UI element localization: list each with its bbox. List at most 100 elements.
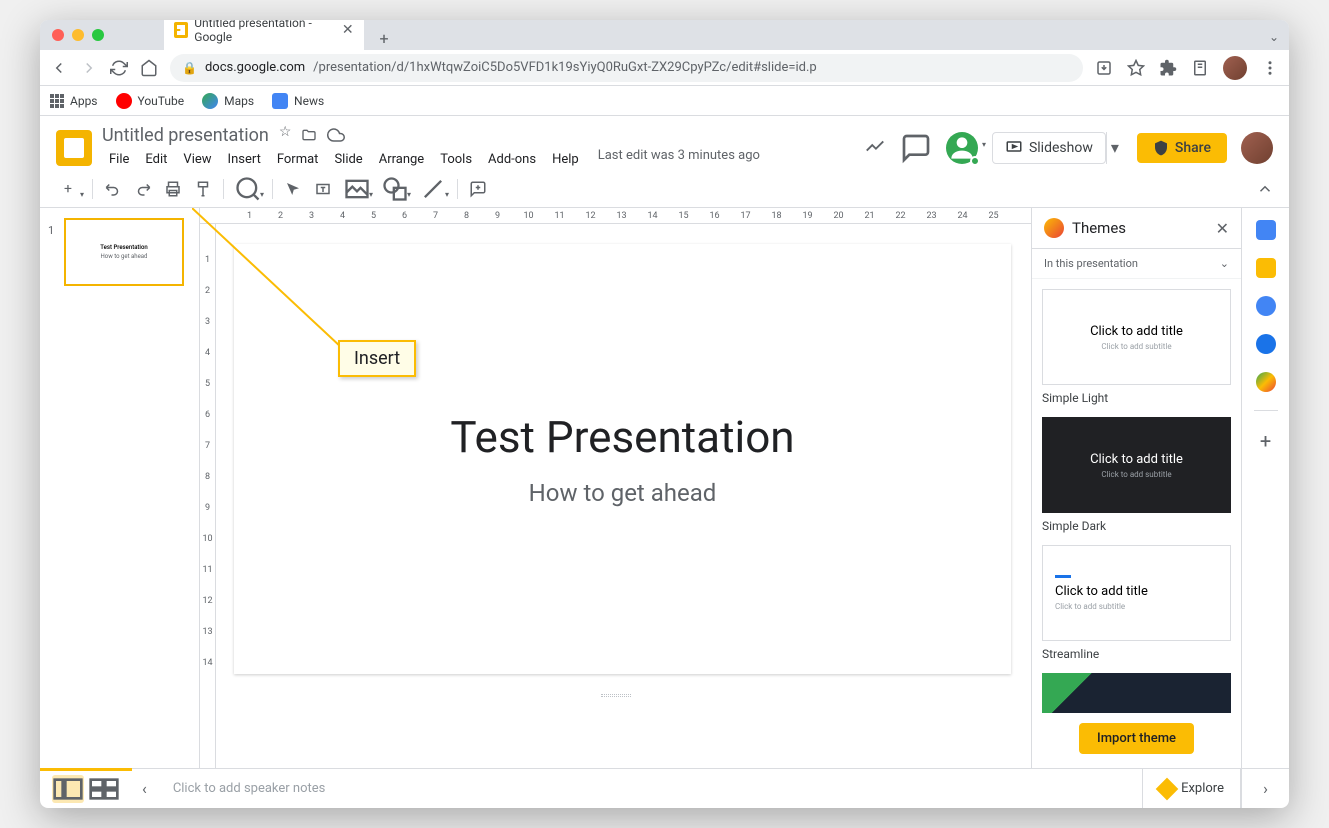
redo-button[interactable] [129, 175, 157, 203]
explore-icon [1156, 777, 1179, 800]
window-titlebar: Untitled presentation - Google ✕ + ⌄ [40, 20, 1289, 50]
tab-title: Untitled presentation - Google [194, 20, 335, 44]
tab-close-icon[interactable]: ✕ [342, 23, 354, 37]
undo-button[interactable] [99, 175, 127, 203]
slideshow-dropdown[interactable]: ▾ [1106, 132, 1123, 164]
star-icon[interactable]: ☆ [279, 124, 292, 146]
menu-edit[interactable]: Edit [138, 148, 174, 171]
activity-dashboard-icon[interactable] [864, 135, 886, 161]
app-header: Untitled presentation ☆ File Edit View I… [40, 116, 1289, 171]
theme-card[interactable]: Click to add titleClick to add subtitleS… [1042, 417, 1231, 533]
browser-profile-avatar[interactable] [1223, 56, 1247, 80]
hide-menus-button[interactable] [1251, 175, 1279, 203]
image-tool[interactable]: ▾ [339, 175, 375, 203]
maximize-window-icon[interactable] [92, 29, 104, 41]
horizontal-ruler: 1234567891011121314151617181920212223242… [200, 208, 1031, 224]
presence-indicator[interactable]: ▾ [946, 132, 978, 164]
theme-name: Simple Dark [1042, 519, 1231, 533]
bookmark-star-icon[interactable] [1127, 59, 1145, 77]
new-tab-button[interactable]: + [372, 26, 396, 50]
account-avatar[interactable] [1241, 132, 1273, 164]
theme-name: Streamline [1042, 647, 1231, 661]
grid-view-button[interactable] [88, 775, 120, 803]
calendar-icon[interactable] [1256, 220, 1276, 240]
theme-card[interactable]: Click to add titleClick to add subtitleS… [1042, 289, 1231, 405]
textbox-tool[interactable] [309, 175, 337, 203]
zoom-button[interactable]: ▾ [230, 175, 266, 203]
maps-addon-icon[interactable] [1256, 372, 1276, 392]
print-button[interactable] [159, 175, 187, 203]
extensions-icon[interactable] [1159, 59, 1177, 77]
menu-help[interactable]: Help [545, 148, 586, 171]
menu-insert[interactable]: Insert [221, 148, 268, 171]
move-icon[interactable] [301, 124, 317, 146]
shape-tool[interactable]: ▾ [377, 175, 413, 203]
menu-slide[interactable]: Slide [327, 148, 369, 171]
themes-title: Themes [1072, 219, 1208, 237]
apps-grid-icon [50, 94, 64, 108]
reload-button[interactable] [110, 59, 128, 77]
browser-tab[interactable]: Untitled presentation - Google ✕ [164, 20, 364, 50]
contacts-icon[interactable] [1256, 334, 1276, 354]
bookmark-youtube[interactable]: YouTube [116, 93, 185, 109]
youtube-icon [116, 93, 132, 109]
keep-icon[interactable] [1256, 258, 1276, 278]
speaker-notes-input[interactable]: Click to add speaker notes [157, 769, 1143, 808]
main-area: Insert 1 Test Presentation How to get ah… [40, 208, 1289, 768]
maps-icon [202, 93, 218, 109]
document-title[interactable]: Untitled presentation [102, 125, 269, 146]
select-tool[interactable] [279, 175, 307, 203]
themes-panel: Themes ✕ In this presentation ⌄ Click to… [1031, 208, 1241, 768]
reading-list-icon[interactable] [1191, 59, 1209, 77]
new-slide-button[interactable]: +▾ [50, 175, 86, 203]
comment-tool[interactable] [464, 175, 492, 203]
back-button[interactable] [50, 59, 68, 77]
slide-canvas[interactable]: Test Presentation How to get ahead [234, 244, 1011, 674]
address-bar[interactable]: 🔒 docs.google.com/presentation/d/1hxWtqw… [170, 54, 1083, 82]
browser-menu-icon[interactable] [1261, 59, 1279, 77]
menu-format[interactable]: Format [270, 148, 326, 171]
comments-button[interactable] [900, 132, 932, 164]
theme-card[interactable]: Click to add titleClick to add subtitleS… [1042, 545, 1231, 661]
close-window-icon[interactable] [52, 29, 64, 41]
line-tool[interactable]: ▾ [415, 175, 451, 203]
filmstrip-collapse-button[interactable]: ‹ [132, 779, 157, 798]
filmstrip-view-button[interactable] [52, 775, 84, 803]
themes-section-toggle[interactable]: In this presentation ⌄ [1032, 249, 1241, 279]
explore-button[interactable]: Explore [1143, 769, 1241, 808]
menu-addons[interactable]: Add-ons [481, 148, 543, 171]
get-addons-button[interactable]: + [1260, 429, 1271, 453]
callout-label: Insert [338, 340, 416, 377]
menu-tools[interactable]: Tools [433, 148, 479, 171]
slide-subtitle-text[interactable]: How to get ahead [529, 479, 717, 507]
theme-card[interactable]: Click to add title [1042, 673, 1231, 713]
tasks-icon[interactable] [1256, 296, 1276, 316]
bookmark-news[interactable]: News [272, 93, 324, 109]
bookmarks-bar: Apps YouTube Maps News [40, 86, 1289, 116]
themes-close-button[interactable]: ✕ [1216, 219, 1229, 238]
view-switcher [40, 768, 132, 807]
minimize-window-icon[interactable] [72, 29, 84, 41]
install-app-icon[interactable] [1095, 59, 1113, 77]
menu-view[interactable]: View [176, 148, 218, 171]
theme-name: Simple Light [1042, 391, 1231, 405]
menu-arrange[interactable]: Arrange [372, 148, 431, 171]
bookmark-maps[interactable]: Maps [202, 93, 254, 109]
filmstrip: 1 Test Presentation How to get ahead [40, 208, 200, 768]
slide-thumbnail[interactable]: Test Presentation How to get ahead [64, 218, 184, 286]
share-button[interactable]: Share [1137, 133, 1227, 163]
window-menu-icon[interactable]: ⌄ [1269, 30, 1279, 44]
menu-file[interactable]: File [102, 148, 136, 171]
import-theme-button[interactable]: Import theme [1079, 723, 1194, 754]
home-button[interactable] [140, 59, 158, 77]
paint-format-button[interactable] [189, 175, 217, 203]
apps-shortcut[interactable]: Apps [50, 94, 98, 108]
slide-number: 1 [48, 224, 54, 237]
slides-logo-icon[interactable] [56, 130, 92, 166]
slideshow-button[interactable]: Slideshow [992, 132, 1106, 164]
last-edit-text[interactable]: Last edit was 3 minutes ago [598, 148, 760, 171]
notes-drag-handle[interactable] [200, 694, 1031, 700]
cloud-status-icon[interactable] [327, 124, 345, 146]
slide-title-text[interactable]: Test Presentation [450, 411, 794, 463]
side-panel-collapse-button[interactable]: › [1241, 769, 1289, 808]
